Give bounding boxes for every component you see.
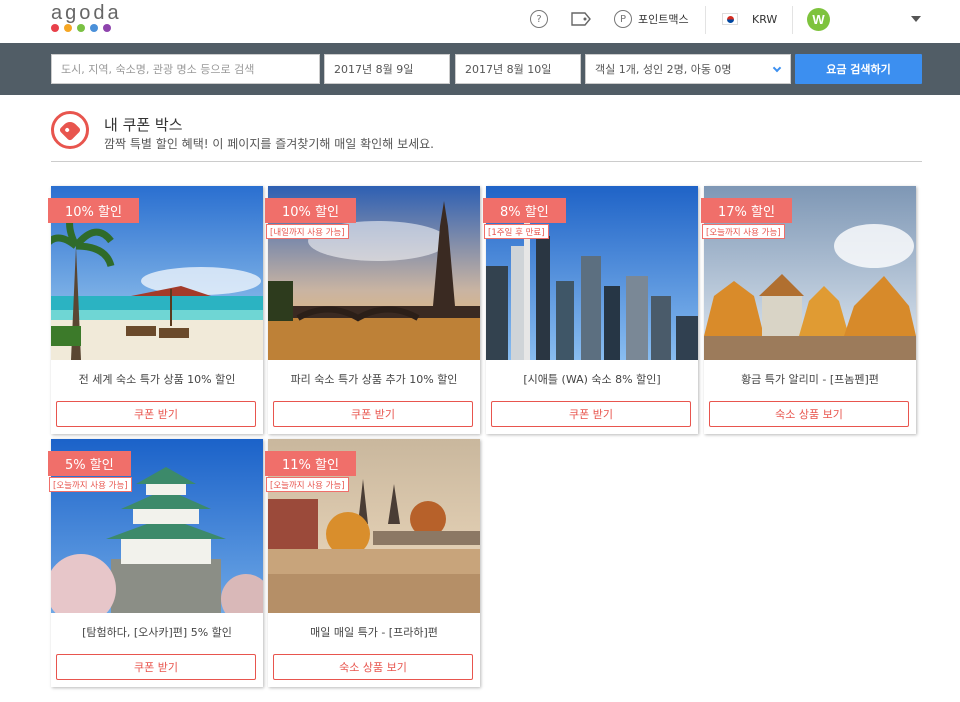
destination-input[interactable]: 도시, 지역, 숙소명, 관광 명소 등으로 검색 bbox=[51, 54, 320, 84]
korea-flag-icon bbox=[722, 13, 738, 25]
coupon-title: [시애틀 (WA) 숙소 8% 할인] bbox=[523, 373, 661, 386]
discount-badge: 8% 할인 bbox=[483, 198, 566, 223]
get-coupon-button[interactable]: 쿠폰 받기 bbox=[56, 401, 256, 427]
caret-down-icon bbox=[911, 16, 921, 22]
coupon-card: 17% 할인 [오늘까지 사용 가능] 황금 특가 알리미 - [프놈펜]편 숙… bbox=[701, 186, 916, 434]
discount-badge: 10% 할인 bbox=[265, 198, 356, 223]
discount-badge: 5% 할인 bbox=[48, 451, 131, 476]
pointsmax-label: 포인트맥스 bbox=[638, 13, 689, 26]
coupon-card: 8% 할인 [1주일 후 만료] [시애틀 (WA) 숙소 8% 할인] 쿠폰 … bbox=[483, 186, 698, 434]
coupon-card: 11% 할인 [오늘까지 사용 가능] 매일 매일 특가 - [프라하]편 숙소… bbox=[265, 439, 480, 687]
coupon-card: 10% 할인 전 세계 숙소 특가 상품 10% 할인 쿠폰 받기 bbox=[48, 186, 263, 434]
checkin-date-field[interactable]: 2017년 8월 9일 bbox=[324, 54, 450, 84]
view-deals-button[interactable]: 숙소 상품 보기 bbox=[709, 401, 909, 427]
occupancy-value: 객실 1개, 성인 2명, 아동 0명 bbox=[595, 63, 732, 76]
question-circle-icon: ? bbox=[530, 10, 548, 28]
tag-icon bbox=[571, 12, 591, 26]
get-coupon-button[interactable]: 쿠폰 받기 bbox=[491, 401, 691, 427]
expiry-note: [오늘까지 사용 가능] bbox=[266, 477, 349, 492]
chevron-down-icon bbox=[772, 63, 782, 73]
divider bbox=[705, 6, 706, 34]
coupon-title: 황금 특가 알리미 - [프놈펜]편 bbox=[741, 373, 879, 386]
agoda-logo[interactable]: agoda bbox=[51, 2, 122, 32]
coupon-card: 10% 할인 [내일까지 사용 가능] 파리 숙소 특가 상품 추가 10% 할… bbox=[265, 186, 480, 434]
header-divider bbox=[51, 161, 922, 162]
account-dropdown-toggle[interactable] bbox=[911, 0, 921, 38]
expiry-note: [오늘까지 사용 가능] bbox=[702, 224, 785, 239]
divider bbox=[792, 6, 793, 34]
search-button[interactable]: 요금 검색하기 bbox=[795, 54, 922, 84]
checkout-date-field[interactable]: 2017년 8월 10일 bbox=[455, 54, 581, 84]
coupon-title: [탐험하다, [오사카]편] 5% 할인 bbox=[82, 626, 232, 639]
page-subtitle: 깜짝 특별 할인 혜택! 이 페이지를 즐겨찾기해 매일 확인해 보세요. bbox=[104, 137, 434, 151]
get-coupon-button[interactable]: 쿠폰 받기 bbox=[56, 654, 256, 680]
occupancy-select[interactable]: 객실 1개, 성인 2명, 아동 0명 bbox=[585, 54, 791, 84]
coupon-title: 전 세계 숙소 특가 상품 10% 할인 bbox=[78, 373, 236, 386]
coupon-tag-icon bbox=[51, 111, 89, 149]
help-button[interactable]: ? bbox=[530, 0, 548, 38]
account-menu[interactable]: W bbox=[807, 0, 830, 38]
get-coupon-button[interactable]: 쿠폰 받기 bbox=[273, 401, 473, 427]
expiry-note: [오늘까지 사용 가능] bbox=[49, 477, 132, 492]
currency-label: KRW bbox=[752, 12, 778, 26]
logo-text: agoda bbox=[51, 2, 122, 24]
view-deals-button[interactable]: 숙소 상품 보기 bbox=[273, 654, 473, 680]
logo-dots bbox=[51, 24, 122, 32]
price-tag-button[interactable] bbox=[571, 0, 591, 38]
points-icon: P bbox=[614, 10, 632, 28]
discount-badge: 17% 할인 bbox=[701, 198, 792, 223]
discount-badge: 10% 할인 bbox=[48, 198, 139, 223]
avatar: W bbox=[807, 7, 830, 31]
search-bar: 도시, 지역, 숙소명, 관광 명소 등으로 검색 2017년 8월 9일 20… bbox=[0, 43, 960, 95]
expiry-note: [1주일 후 만료] bbox=[484, 224, 549, 239]
currency-selector[interactable]: KRW bbox=[722, 0, 777, 38]
expiry-note: [내일까지 사용 가능] bbox=[266, 224, 349, 239]
page-title: 내 쿠폰 박스 bbox=[104, 116, 183, 134]
coupon-title: 파리 숙소 특가 상품 추가 10% 할인 bbox=[290, 373, 458, 386]
discount-badge: 11% 할인 bbox=[265, 451, 356, 476]
pointsmax-button[interactable]: P 포인트맥스 bbox=[614, 0, 689, 38]
coupon-title: 매일 매일 특가 - [프라하]편 bbox=[310, 626, 438, 639]
coupon-card: 5% 할인 [오늘까지 사용 가능] [탐험하다, [오사카]편] 5% 할인 … bbox=[48, 439, 263, 687]
top-bar: agoda ? P 포인트맥스 KRW W bbox=[0, 0, 960, 43]
